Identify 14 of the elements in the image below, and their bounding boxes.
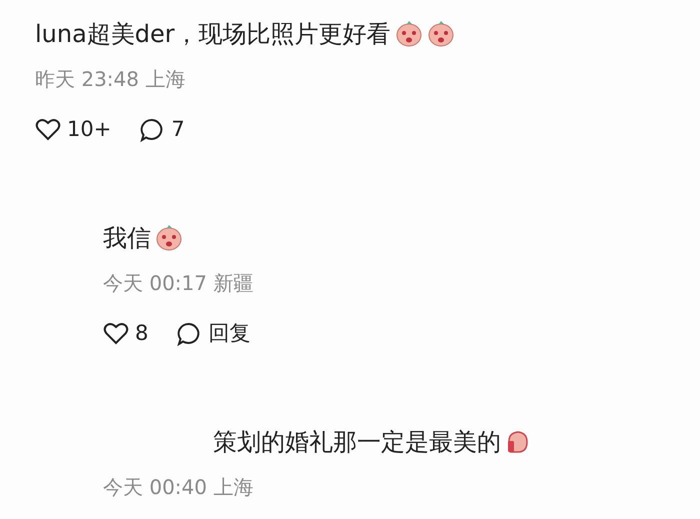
comment-icon [139,116,166,143]
comment-icon [176,320,202,347]
reply-button[interactable]: 7 [139,114,185,146]
like-button[interactable]: 10+ [35,114,112,146]
reply-button[interactable]: 回复 [176,318,250,350]
like-button[interactable]: 8 [103,318,148,350]
comment-meta: 昨天 23:48 上海 [35,67,186,91]
comment-text: 策划的婚礼那一定是最美的 [213,427,501,458]
heart-icon [35,118,61,142]
comment-text: luna超美der，现场比照片更好看 [35,19,391,50]
comment-meta: 今天 00:40 上海 [103,475,254,499]
heart-icon [103,322,129,346]
comment-text: 我信 [103,223,151,254]
comment-meta: 今天 00:17 新疆 [103,271,254,295]
